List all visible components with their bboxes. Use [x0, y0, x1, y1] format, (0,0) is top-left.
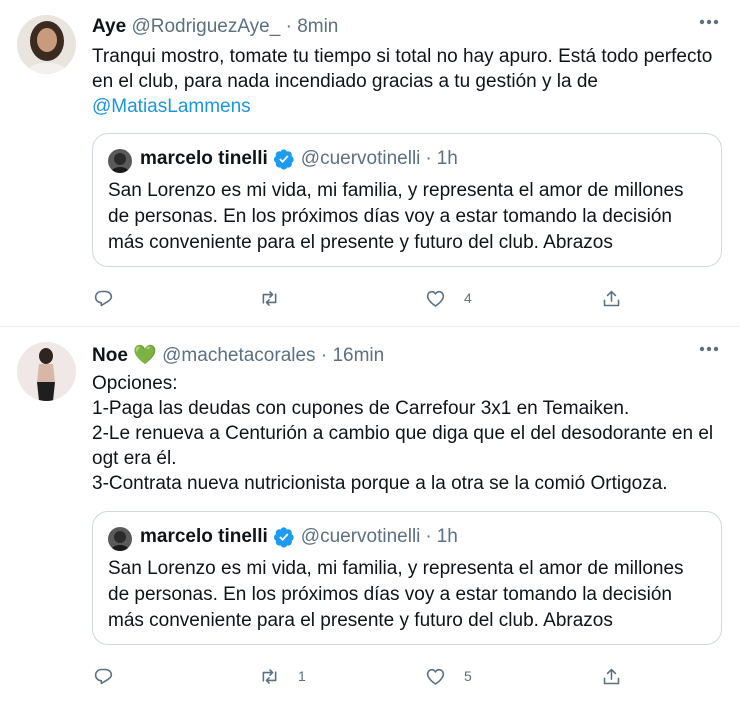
verified-badge-icon	[273, 148, 295, 170]
reply-button[interactable]	[93, 661, 132, 691]
share-icon	[603, 668, 620, 684]
tweet[interactable]: Noe 💚 @machetacorales · 16min Opciones: …	[0, 327, 740, 701]
avatar[interactable]	[17, 342, 76, 401]
separator-dot: ·	[285, 16, 292, 37]
more-options-icon[interactable]	[697, 10, 721, 34]
tweet-actions: 1 5	[92, 661, 632, 691]
user-name[interactable]: Aye	[92, 16, 126, 37]
quoted-user-name: marcelo tinelli	[140, 148, 268, 169]
tweet-text: Opciones: 1-Paga las deudas con cupones …	[92, 373, 714, 494]
mention-link[interactable]: @MatiasLammens	[92, 96, 251, 117]
reply-icon	[94, 290, 113, 306]
quoted-timestamp: 1h	[436, 148, 458, 169]
quoted-avatar	[108, 527, 132, 551]
user-handle[interactable]: @machetacorales	[162, 345, 315, 366]
like-button[interactable]: 4	[425, 283, 472, 313]
like-button[interactable]: 5	[425, 661, 472, 691]
reply-button[interactable]	[93, 283, 132, 313]
separator-dot: ·	[320, 345, 328, 366]
retweet-button[interactable]: 1	[259, 661, 306, 691]
like-count: 4	[464, 290, 472, 306]
more-options-icon[interactable]	[697, 337, 721, 361]
share-icon	[603, 290, 620, 306]
avatar[interactable]	[17, 15, 76, 74]
tweet[interactable]: Aye @RodriguezAye_ · 8min Tranqui mostro…	[0, 0, 740, 327]
tweet-text-content: Tranqui mostro, tomate tu tiempo si tota…	[92, 46, 713, 92]
quoted-user-handle: @cuervotinelli	[300, 526, 421, 547]
quoted-user-name: marcelo tinelli	[140, 526, 268, 547]
quoted-tweet[interactable]: marcelo tinelli @cuervotinelli · 1h San …	[92, 511, 722, 645]
heart-icon	[426, 668, 445, 685]
tweet-text: Tranqui mostro, tomate tu tiempo si tota…	[92, 44, 722, 119]
retweet-icon	[262, 290, 277, 306]
separator-dot: ·	[425, 526, 432, 547]
user-handle[interactable]: @RodriguezAye_	[131, 16, 280, 37]
green-heart-icon: 💚	[133, 345, 157, 366]
like-count: 5	[464, 668, 472, 684]
user-name[interactable]: Noe	[92, 345, 128, 366]
timestamp[interactable]: 8min	[297, 16, 338, 37]
quoted-user-handle: @cuervotinelli	[300, 148, 421, 169]
heart-icon	[426, 290, 445, 307]
share-button[interactable]	[601, 661, 622, 691]
reply-icon	[94, 668, 113, 684]
quoted-avatar	[108, 149, 132, 173]
retweet-button[interactable]	[259, 283, 298, 313]
retweet-count: 1	[298, 668, 306, 684]
quoted-timestamp: 1h	[436, 526, 458, 547]
quoted-tweet[interactable]: marcelo tinelli @cuervotinelli · 1h San …	[92, 133, 722, 267]
quoted-tweet-text: San Lorenzo es mi vida, mi familia, y re…	[108, 558, 684, 631]
tweet-actions: 4	[92, 283, 632, 313]
separator-dot: ·	[425, 148, 432, 169]
quoted-tweet-text: San Lorenzo es mi vida, mi familia, y re…	[108, 180, 684, 253]
share-button[interactable]	[601, 283, 622, 313]
verified-badge-icon	[273, 526, 295, 548]
timestamp[interactable]: 16min	[332, 345, 384, 366]
retweet-icon	[262, 668, 277, 684]
